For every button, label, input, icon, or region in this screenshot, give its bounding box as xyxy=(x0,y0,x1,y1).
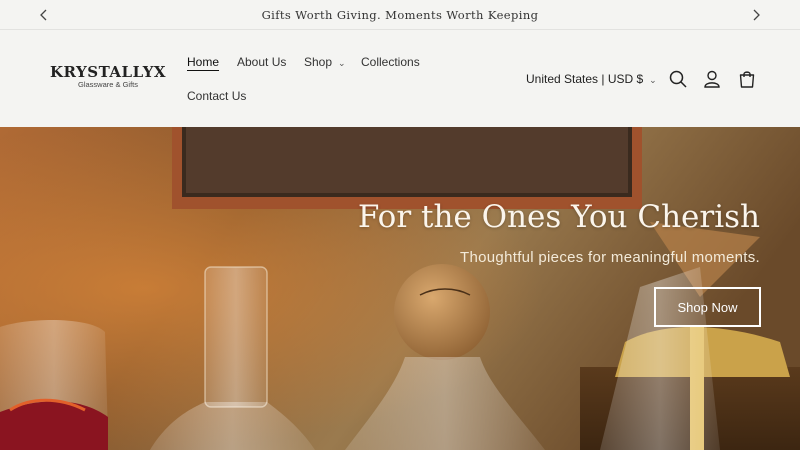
hero-title: For the Ones You Cherish xyxy=(357,199,760,235)
chevron-right-icon[interactable] xyxy=(748,7,764,23)
logo-tagline: Glassware & Gifts xyxy=(78,80,139,89)
hero-subtitle: Thoughtful pieces for meaningful moments… xyxy=(460,249,760,266)
announcement-bar: Gifts Worth Giving. Moments Worth Keepin… xyxy=(0,0,800,30)
chevron-down-icon: ⌄ xyxy=(338,58,346,68)
cart-icon[interactable] xyxy=(737,69,757,89)
logo[interactable]: KRYSTALLYX Glassware & Gifts xyxy=(50,63,166,91)
logo-name: KRYSTALLYX xyxy=(50,63,167,81)
nav-contact[interactable]: Contact Us xyxy=(187,89,246,103)
nav-collections[interactable]: Collections xyxy=(361,55,420,69)
chevron-left-icon[interactable] xyxy=(36,7,52,23)
chevron-down-icon: ⌄ xyxy=(649,75,657,85)
announcement-text: Gifts Worth Giving. Moments Worth Keepin… xyxy=(261,7,539,22)
shop-now-button[interactable]: Shop Now xyxy=(654,287,761,327)
nav-shop[interactable]: Shop ⌄ xyxy=(304,55,346,69)
nav-home[interactable]: Home xyxy=(187,55,219,69)
nav-shop-label: Shop xyxy=(304,55,333,69)
currency-selector[interactable]: United States | USD $ ⌄ xyxy=(526,72,657,86)
site-header: KRYSTALLYX Glassware & Gifts Home About … xyxy=(0,31,800,127)
account-icon[interactable] xyxy=(702,69,722,89)
hero-banner: For the Ones You Cherish Thoughtful piec… xyxy=(0,127,800,450)
search-icon[interactable] xyxy=(668,69,688,89)
nav-about[interactable]: About Us xyxy=(237,55,286,69)
currency-label: United States | USD $ xyxy=(526,72,644,86)
